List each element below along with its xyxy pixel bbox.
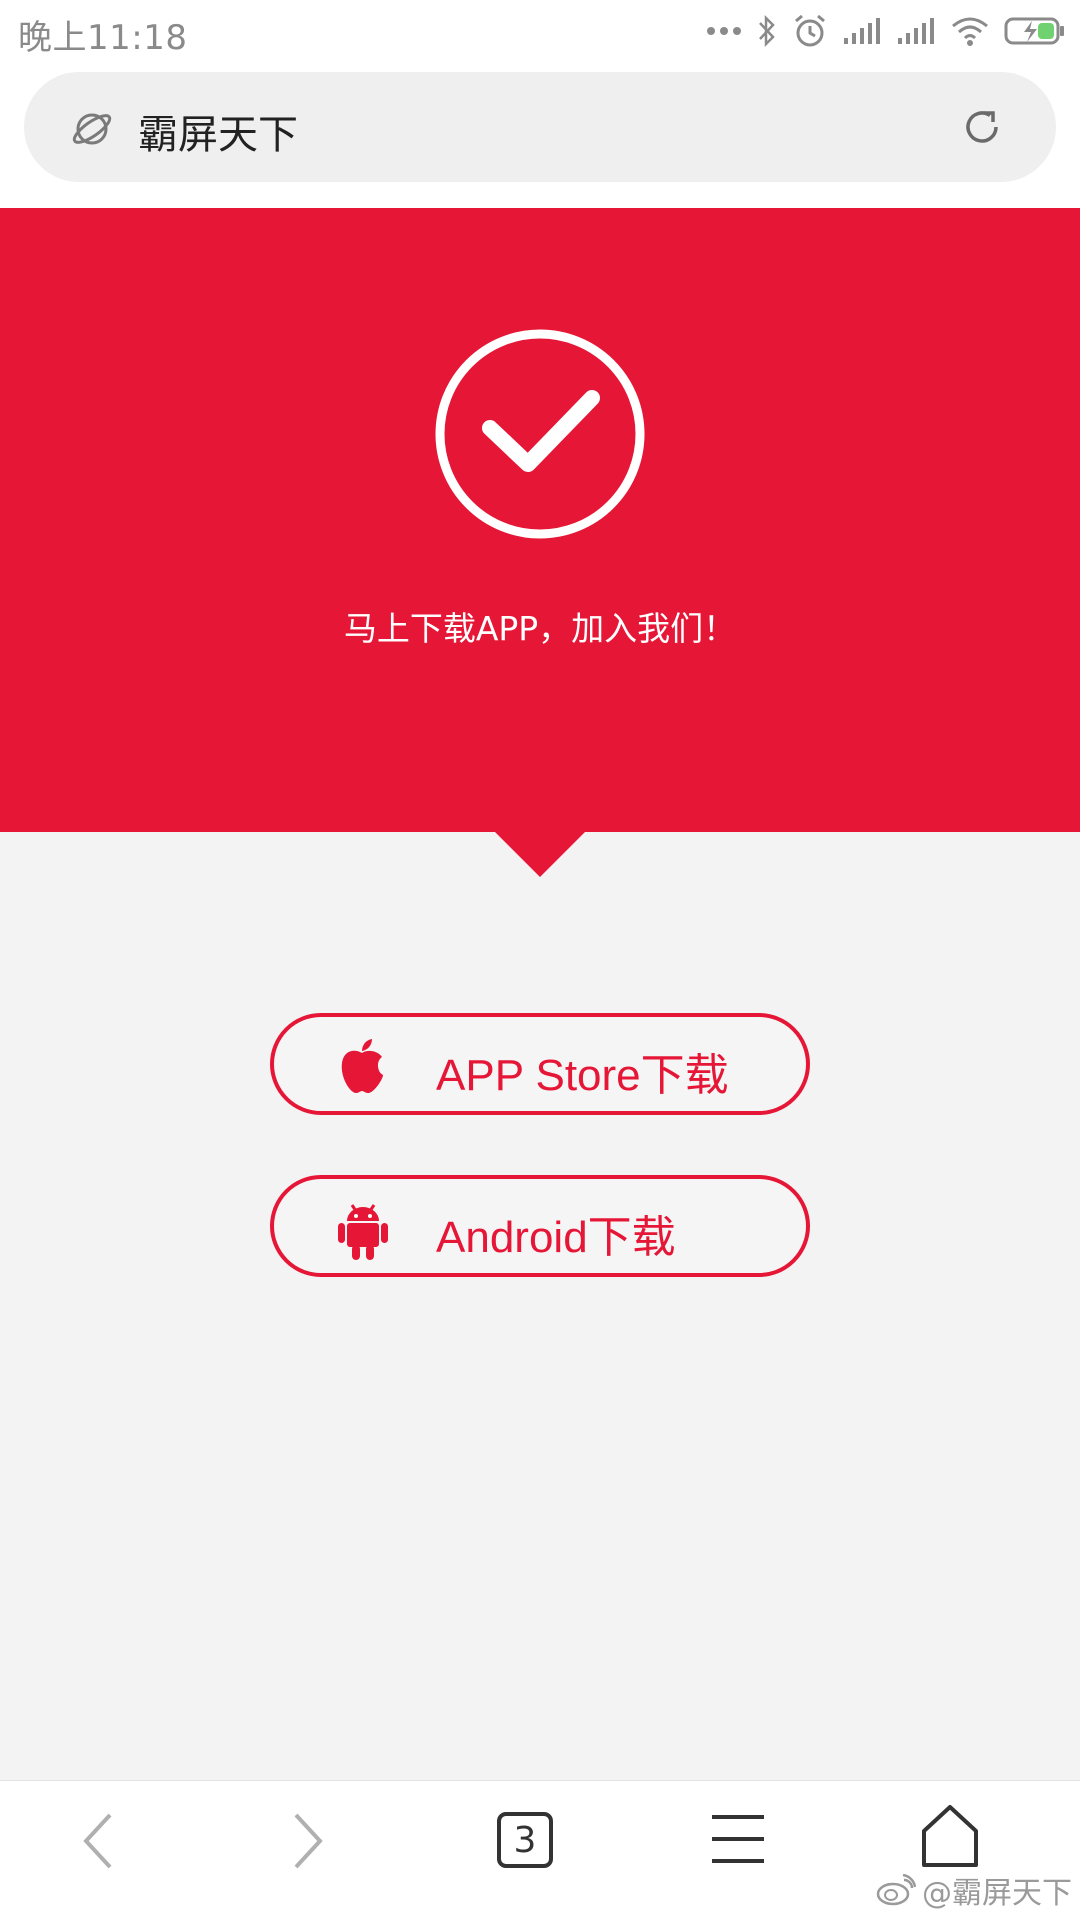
status-time: 晚上11:18: [18, 18, 188, 58]
tabs-button[interactable]: 3: [496, 1811, 554, 1869]
watermark-text: @霸屏天下: [922, 1876, 1072, 1911]
battery-icon: [1004, 17, 1064, 45]
address-bar-area: 霸屏天下: [0, 62, 1080, 208]
android-icon: [338, 1204, 388, 1260]
menu-icon[interactable]: [710, 1811, 766, 1867]
hero-message: 马上下载APP，加入我们！: [343, 609, 737, 648]
bluetooth-icon: [759, 14, 775, 48]
app-store-download-label: APP Store下载: [436, 1051, 729, 1100]
check-circle-icon: [435, 329, 645, 539]
weibo-icon: [876, 1874, 916, 1906]
address-title: 霸屏天下: [138, 112, 298, 158]
hero-pointer: [495, 832, 585, 877]
tab-count: 3: [513, 1819, 537, 1861]
status-bar: 晚上11:18: [0, 0, 1080, 62]
address-bar[interactable]: 霸屏天下: [24, 72, 1056, 182]
app-store-download-button[interactable]: APP Store下载: [270, 1013, 810, 1115]
hero-banner: 马上下载APP，加入我们！: [0, 208, 1080, 832]
status-icons: [706, 10, 1066, 52]
globe-icon: [72, 113, 112, 145]
alarm-icon: [795, 14, 825, 47]
wifi-icon: [952, 17, 988, 46]
apple-icon: [341, 1039, 383, 1093]
android-download-button[interactable]: Android下载: [270, 1175, 810, 1277]
back-icon[interactable]: [76, 1811, 120, 1871]
home-icon[interactable]: [920, 1803, 980, 1869]
forward-icon[interactable]: [286, 1811, 330, 1871]
more-dots-icon: [707, 27, 741, 35]
android-download-label: Android下载: [436, 1213, 676, 1262]
watermark: @霸屏天下: [876, 1868, 1072, 1912]
signal-icon-2: [898, 18, 934, 44]
signal-icon: [844, 18, 880, 44]
reload-icon[interactable]: [960, 105, 1004, 149]
bottom-nav: 3 @霸屏天下: [0, 1780, 1080, 1920]
